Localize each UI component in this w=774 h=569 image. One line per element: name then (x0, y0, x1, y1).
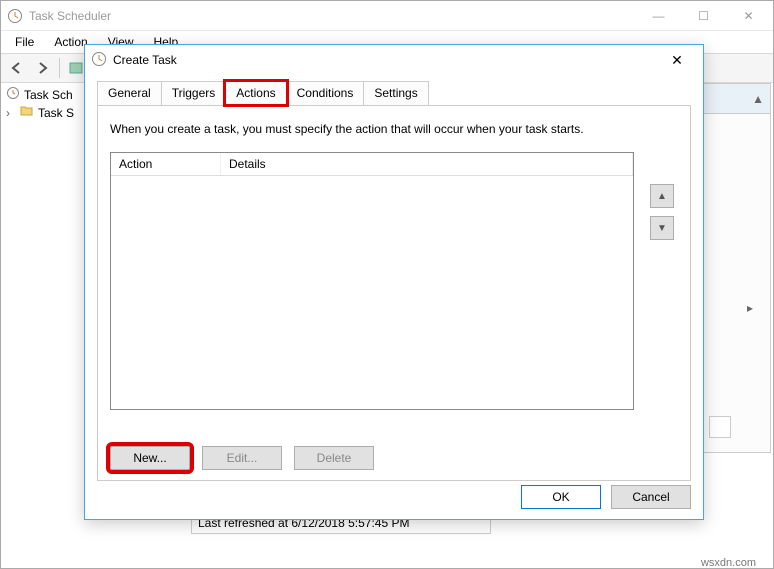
list-body[interactable] (111, 176, 633, 409)
clock-icon (6, 86, 20, 103)
tab-actions[interactable]: Actions (225, 81, 286, 105)
delete-button[interactable]: Delete (294, 446, 374, 470)
actions-list[interactable]: Action Details (110, 152, 634, 410)
tree-root-label: Task Sch (24, 88, 73, 102)
tree-child-label: Task S (38, 106, 74, 120)
close-button[interactable]: ✕ (726, 2, 771, 30)
edit-button[interactable]: Edit... (202, 446, 282, 470)
column-action[interactable]: Action (111, 153, 221, 175)
move-up-button[interactable]: ▲ (650, 184, 674, 208)
forward-button[interactable] (31, 56, 55, 80)
minimize-button[interactable]: — (636, 2, 681, 30)
dialog-titlebar: Create Task ✕ (85, 45, 703, 75)
ok-button[interactable]: OK (521, 485, 601, 509)
folder-icon (20, 105, 34, 120)
tab-conditions[interactable]: Conditions (286, 81, 365, 105)
tab-settings[interactable]: Settings (363, 81, 428, 105)
tab-general[interactable]: General (97, 81, 162, 105)
clock-icon (91, 51, 107, 70)
tab-triggers[interactable]: Triggers (161, 81, 227, 105)
column-details[interactable]: Details (221, 153, 633, 175)
chevron-right-icon: ▸ (747, 301, 753, 315)
tab-panel-actions: When you create a task, you must specify… (97, 105, 691, 481)
actions-pane: ▲ (703, 83, 771, 453)
move-down-button[interactable]: ▼ (650, 216, 674, 240)
cancel-button[interactable]: Cancel (611, 485, 691, 509)
create-task-dialog: Create Task ✕ General Triggers Actions C… (84, 44, 704, 520)
watermark: wsxdn.com (701, 557, 756, 569)
dialog-close-button[interactable]: ✕ (657, 46, 697, 74)
clock-icon (7, 8, 23, 24)
maximize-button[interactable]: ☐ (681, 2, 726, 30)
menu-file[interactable]: File (7, 33, 42, 51)
back-button[interactable] (5, 56, 29, 80)
tab-strip: General Triggers Actions Conditions Sett… (97, 81, 691, 105)
actions-pane-header: ▲ (704, 84, 770, 114)
new-button[interactable]: New... (110, 446, 190, 470)
dialog-title: Create Task (113, 53, 657, 67)
expand-icon[interactable]: › (6, 106, 16, 120)
main-title: Task Scheduler (29, 9, 636, 23)
status-button[interactable] (709, 416, 731, 438)
main-titlebar: Task Scheduler — ☐ ✕ (1, 1, 773, 31)
list-header: Action Details (111, 153, 633, 176)
instruction-text: When you create a task, you must specify… (110, 122, 678, 136)
